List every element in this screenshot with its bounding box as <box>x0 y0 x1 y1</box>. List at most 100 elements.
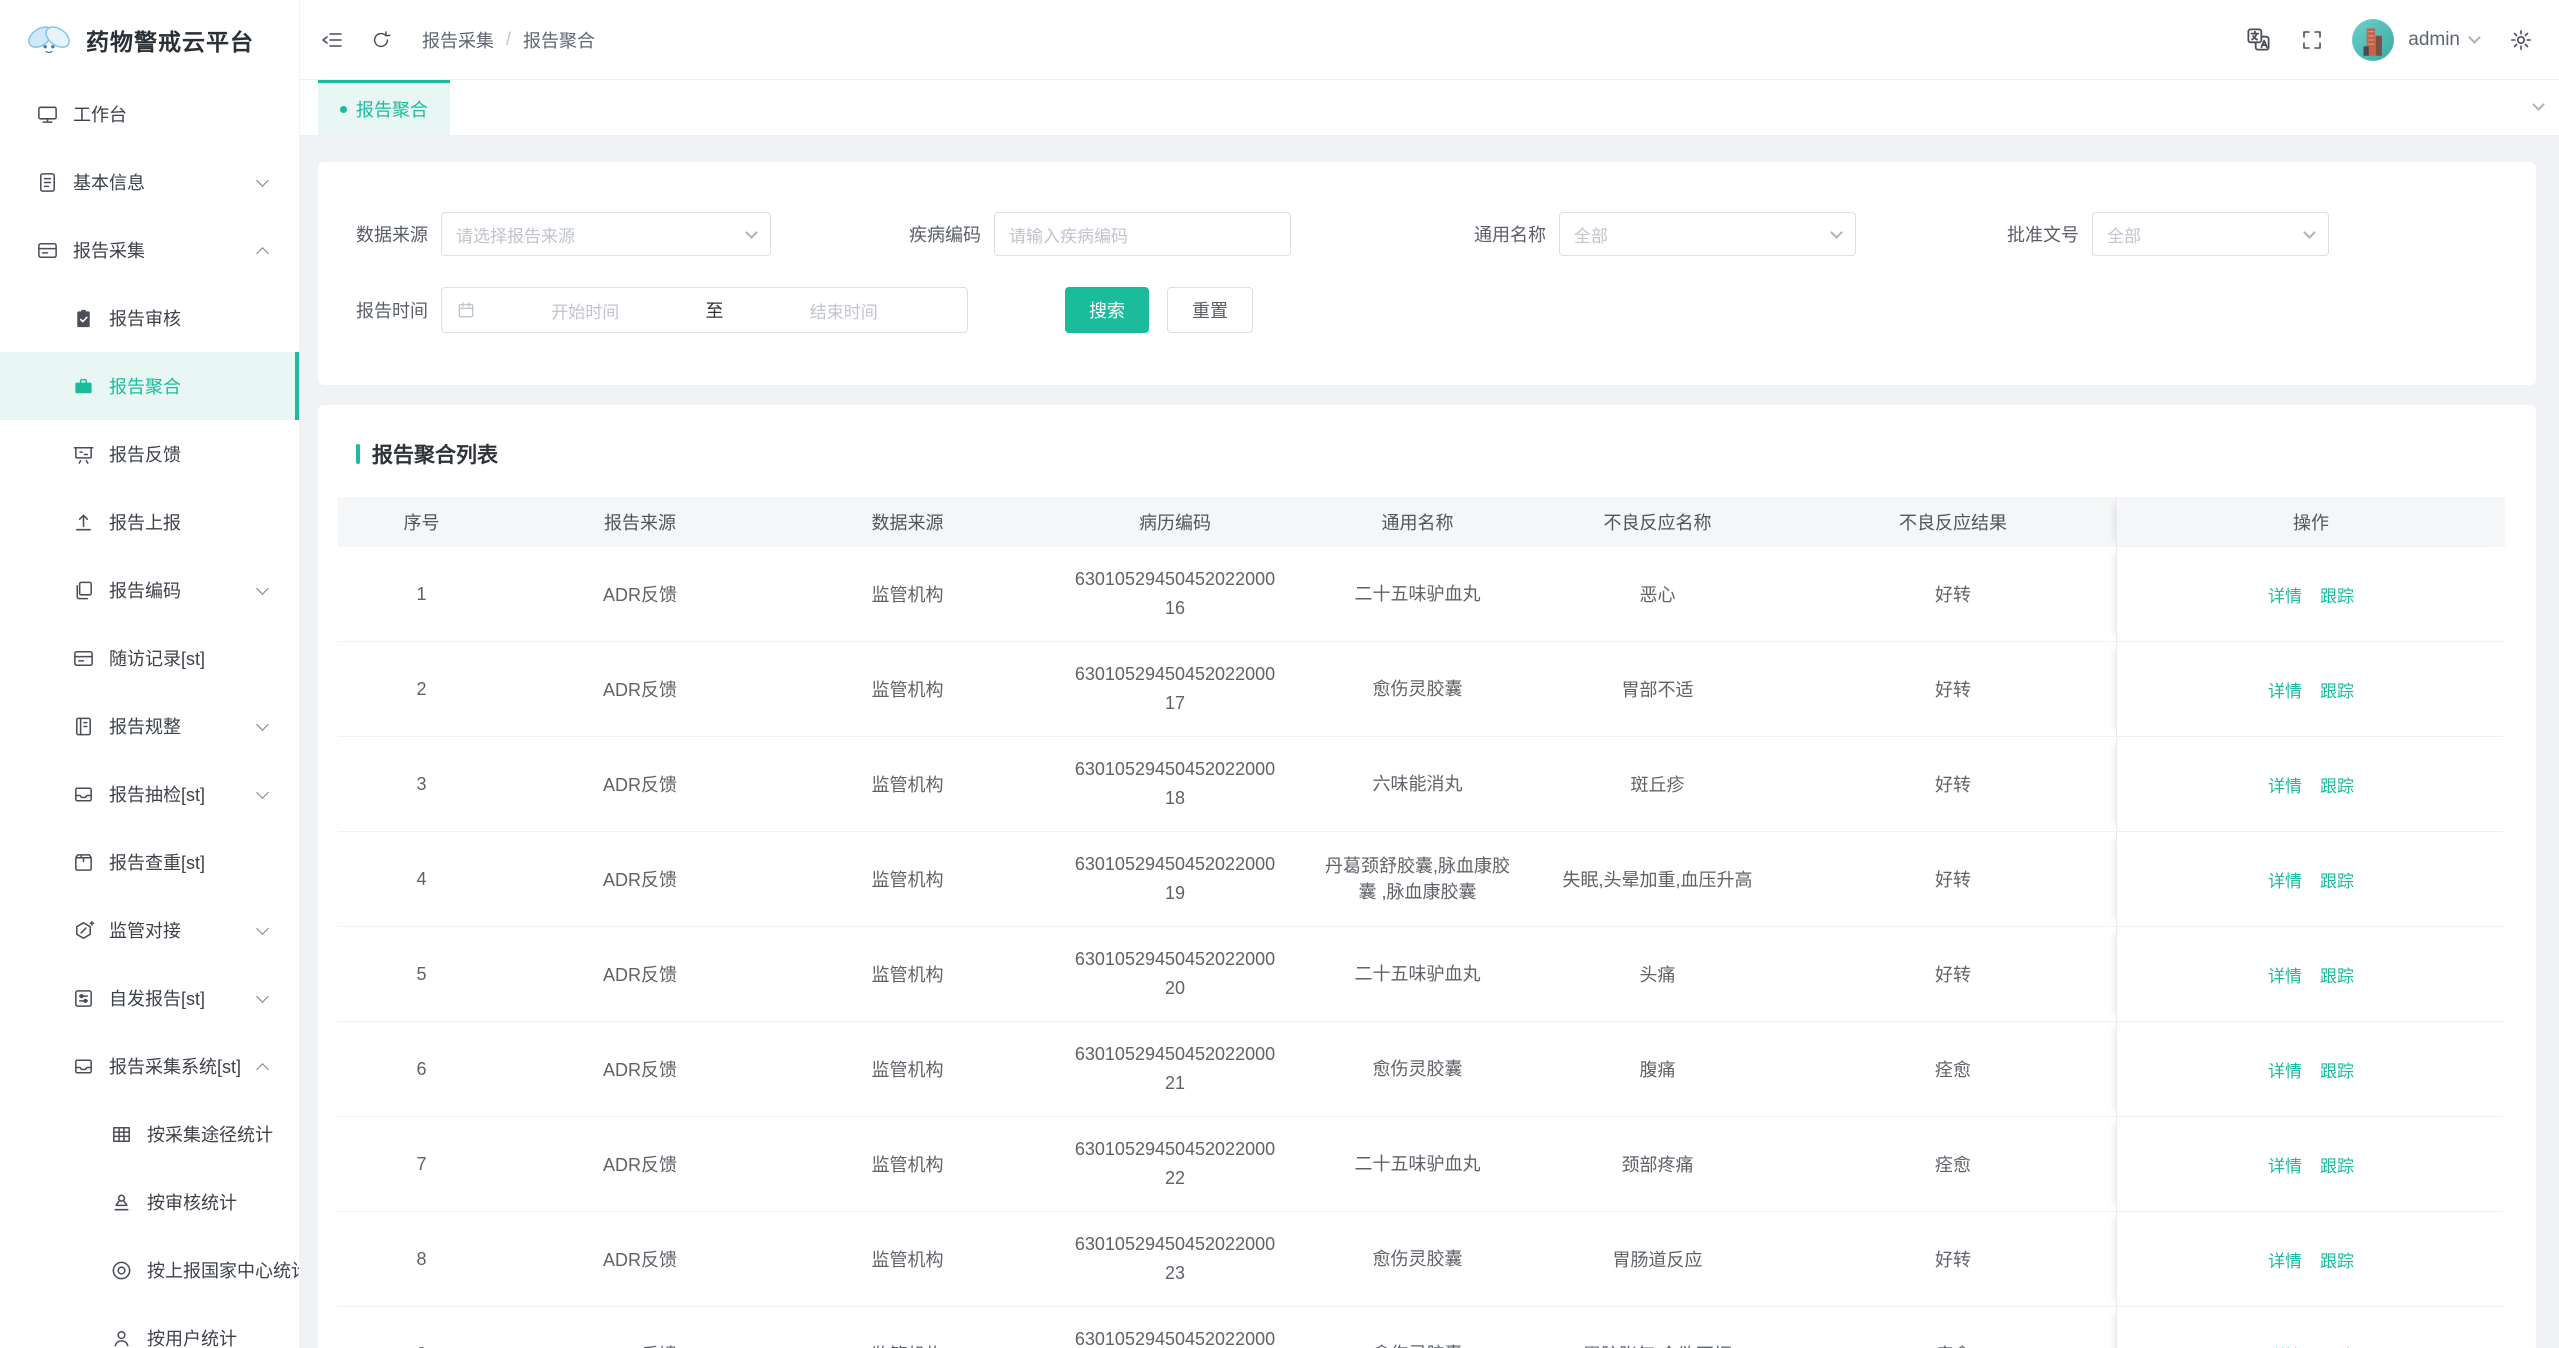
collapse-sidebar-icon[interactable] <box>320 28 344 52</box>
fullscreen-icon[interactable] <box>2300 28 2324 52</box>
detail-link[interactable]: 详情 <box>2268 772 2302 797</box>
calendar-icon <box>456 300 476 320</box>
sidebar-item-report-coding[interactable]: 报告编码 <box>0 556 299 624</box>
search-button[interactable]: 搜索 <box>1065 287 1149 333</box>
disease-code-placeholder: 请输入疾病编码 <box>1009 222 1128 247</box>
approval-no-label: 批准文号 <box>1989 221 2079 247</box>
sidebar-item-followup-records[interactable]: 随访记录[st] <box>0 624 299 692</box>
sidebar-item-stat-by-review[interactable]: 按审核统计 <box>0 1168 299 1236</box>
table-row: 1 ADR反馈 监管机构 63010529450452022000 16 二十五… <box>338 547 2505 642</box>
sidebar-item-regulatory-connect[interactable]: 监管对接 <box>0 896 299 964</box>
sidebar-item-report-dedup[interactable]: 报告查重[st] <box>0 828 299 896</box>
cell-generic-name: 二十五味驴血丸 <box>1310 1117 1525 1211</box>
data-source-select[interactable]: 请选择报告来源 <box>441 212 771 256</box>
cell-report-source: ADR反馈 <box>505 927 775 1021</box>
cell-actions: 详情 跟踪 <box>2116 1117 2505 1211</box>
approval-no-value: 全部 <box>2107 222 2141 247</box>
menu-item-icon <box>72 307 95 330</box>
cell-actions: 详情 跟踪 <box>2116 642 2505 736</box>
menu-chevron-icon <box>256 786 269 799</box>
track-link[interactable]: 跟踪 <box>2320 582 2354 607</box>
cell-actions: 详情 跟踪 <box>2116 832 2505 926</box>
reset-button[interactable]: 重置 <box>1167 287 1253 333</box>
menu-item-label: 按用户统计 <box>147 1325 237 1348</box>
menu-item-icon <box>72 783 95 806</box>
detail-link[interactable]: 详情 <box>2268 1152 2302 1177</box>
filter-row-2: 报告时间 开始时间 至 结束时间 搜索 重置 <box>338 287 2516 333</box>
detail-link[interactable]: 详情 <box>2268 582 2302 607</box>
translate-icon[interactable] <box>2245 26 2272 53</box>
column-header-4: 通用名称 <box>1310 497 1525 547</box>
filter-disease-code: 疾病编码 请输入疾病编码 <box>891 212 1291 256</box>
breadcrumb-section[interactable]: 报告采集 <box>422 27 494 53</box>
cell-actions: 详情 跟踪 <box>2116 1022 2505 1116</box>
cell-reaction-result: 好转 <box>1790 737 2116 831</box>
tab-report-aggregate[interactable]: 报告聚合 <box>318 80 450 135</box>
column-header-0: 序号 <box>338 497 505 547</box>
menu-item-label: 基本信息 <box>73 169 145 195</box>
track-link[interactable]: 跟踪 <box>2320 1152 2354 1177</box>
cell-reaction-result: 痊愈 <box>1790 1117 2116 1211</box>
cell-adverse-reaction: 斑丘疹 <box>1525 737 1790 831</box>
sidebar-item-basic-info[interactable]: 基本信息 <box>0 148 299 216</box>
track-link[interactable]: 跟踪 <box>2320 1057 2354 1082</box>
disease-code-input[interactable]: 请输入疾病编码 <box>994 212 1291 256</box>
track-link[interactable]: 跟踪 <box>2320 1342 2354 1348</box>
menu-item-icon <box>110 1327 133 1348</box>
track-link[interactable]: 跟踪 <box>2320 772 2354 797</box>
tab-active-dot <box>340 106 347 113</box>
menu-item-label: 报告采集系统[st] <box>109 1053 241 1079</box>
track-link[interactable]: 跟踪 <box>2320 1247 2354 1272</box>
sidebar-item-spontaneous-report[interactable]: 自发报告[st] <box>0 964 299 1032</box>
avatar[interactable] <box>2352 19 2394 61</box>
detail-link[interactable]: 详情 <box>2268 1057 2302 1082</box>
detail-link[interactable]: 详情 <box>2268 1342 2302 1348</box>
start-time-placeholder: 开始时间 <box>476 298 695 323</box>
cell-generic-name: 愈伤灵胶囊 <box>1310 1022 1525 1116</box>
menu-chevron-icon <box>256 1063 269 1076</box>
sidebar-item-report-aggregate[interactable]: 报告聚合 <box>0 352 299 420</box>
tab-options-chevron-icon[interactable] <box>2532 98 2545 111</box>
user-menu[interactable]: admin <box>2408 29 2479 51</box>
cell-record-code: 63010529450452022000 18 <box>1040 737 1310 831</box>
cell-data-source: 监管机构 <box>775 1022 1040 1116</box>
breadcrumb-page: 报告聚合 <box>523 27 595 53</box>
breadcrumb-separator: / <box>506 29 511 50</box>
refresh-icon[interactable] <box>370 29 392 51</box>
cell-index: 2 <box>338 642 505 736</box>
content: 数据来源 请选择报告来源 疾病编码 请输入疾病编码 通用名称 <box>300 136 2559 1348</box>
menu-item-icon <box>72 1055 95 1078</box>
sidebar-item-report-sampling[interactable]: 报告抽检[st] <box>0 760 299 828</box>
track-link[interactable]: 跟踪 <box>2320 677 2354 702</box>
menu-item-label: 报告编码 <box>109 577 181 603</box>
report-time-range-picker[interactable]: 开始时间 至 结束时间 <box>441 287 968 333</box>
filter-data-source: 数据来源 请选择报告来源 <box>338 212 771 256</box>
detail-link[interactable]: 详情 <box>2268 867 2302 892</box>
cell-record-code: 63010529450452022000 17 <box>1040 642 1310 736</box>
detail-link[interactable]: 详情 <box>2268 962 2302 987</box>
sidebar-item-workbench[interactable]: 工作台 <box>0 80 299 148</box>
data-source-label: 数据来源 <box>338 221 428 247</box>
sidebar-item-stat-by-user[interactable]: 按用户统计 <box>0 1304 299 1348</box>
sidebar-item-report-collect[interactable]: 报告采集 <box>0 216 299 284</box>
detail-link[interactable]: 详情 <box>2268 1247 2302 1272</box>
sidebar-item-report-collect-system[interactable]: 报告采集系统[st] <box>0 1032 299 1100</box>
sidebar-item-report-feedback[interactable]: 报告反馈 <box>0 420 299 488</box>
sidebar-item-report-review[interactable]: 报告审核 <box>0 284 299 352</box>
detail-link[interactable]: 详情 <box>2268 677 2302 702</box>
sidebar-item-report-normalize[interactable]: 报告规整 <box>0 692 299 760</box>
track-link[interactable]: 跟踪 <box>2320 867 2354 892</box>
app-root: 药物警戒云平台 工作台 基本信息 报告采集 报告审核 报告聚合 报告反馈 报告上… <box>0 0 2559 1348</box>
tab-label: 报告聚合 <box>356 96 428 122</box>
table-row: 4 ADR反馈 监管机构 63010529450452022000 19 丹葛颈… <box>338 832 2505 927</box>
cell-reaction-result: 好转 <box>1790 642 2116 736</box>
track-link[interactable]: 跟踪 <box>2320 962 2354 987</box>
sidebar-item-stat-by-route[interactable]: 按采集途径统计 <box>0 1100 299 1168</box>
generic-name-select[interactable]: 全部 <box>1559 212 1856 256</box>
sidebar-item-stat-by-national-center[interactable]: 按上报国家中心统计 <box>0 1236 299 1304</box>
menu-item-label: 报告抽检[st] <box>109 781 205 807</box>
cell-actions: 详情 跟踪 <box>2116 547 2505 641</box>
gear-icon[interactable] <box>2509 28 2533 52</box>
sidebar-item-report-upload[interactable]: 报告上报 <box>0 488 299 556</box>
approval-no-select[interactable]: 全部 <box>2092 212 2329 256</box>
